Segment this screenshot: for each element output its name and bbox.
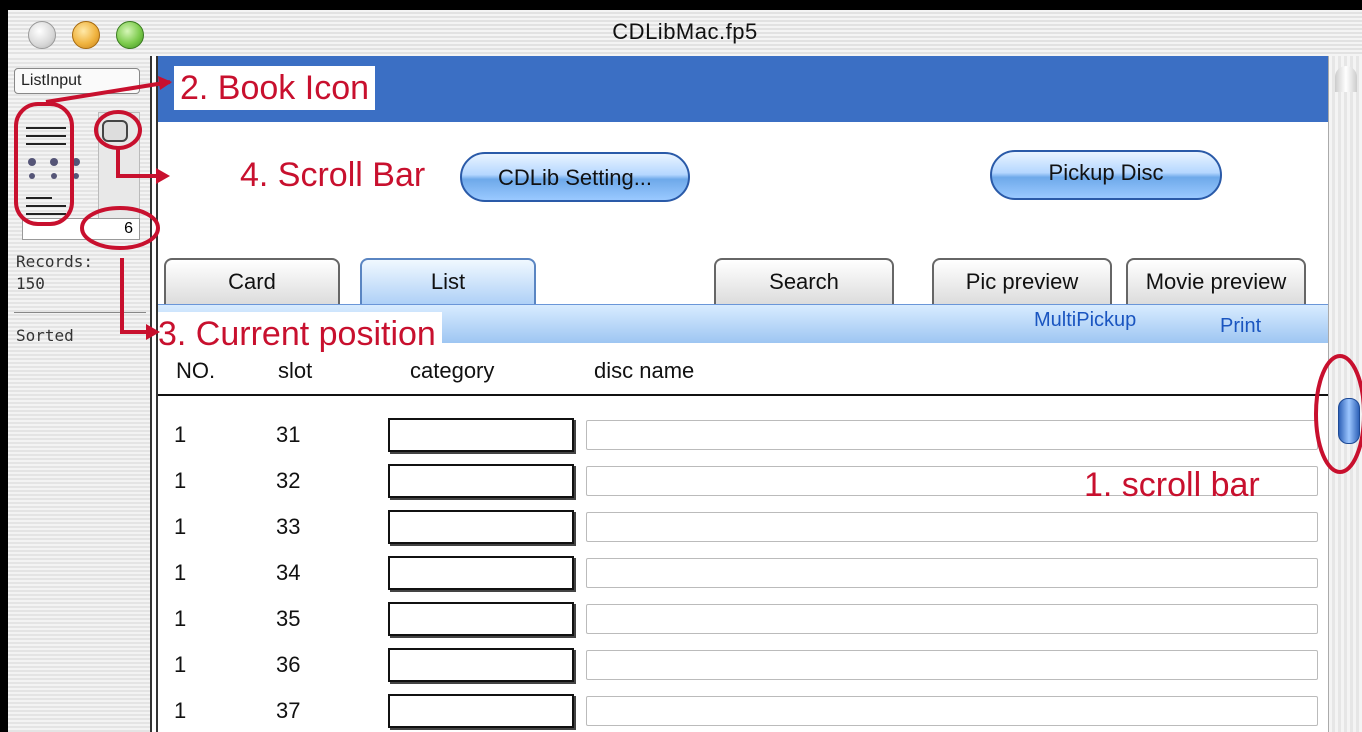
cell-slot: 37 <box>276 698 301 723</box>
cell-no: 1 <box>174 652 187 677</box>
table-row: 1 33 <box>158 504 1328 550</box>
book-icon[interactable] <box>22 110 102 220</box>
scroll-thumb-icon[interactable] <box>1338 398 1360 444</box>
table-row: 1 36 <box>158 642 1328 688</box>
category-field[interactable] <box>388 602 574 636</box>
cell-slot: 35 <box>276 606 301 631</box>
cell-no: 1 <box>174 422 187 447</box>
annotation-scroll-bar-1: 1. scroll bar <box>1084 466 1260 504</box>
category-field[interactable] <box>388 556 574 590</box>
tab-list[interactable]: List <box>360 258 536 308</box>
tab-pic-preview[interactable]: Pic preview <box>932 258 1112 304</box>
disc-name-field[interactable] <box>586 696 1318 726</box>
cell-slot: 34 <box>276 560 301 585</box>
cell-slot: 36 <box>276 652 301 677</box>
scroll-up-cap[interactable] <box>1335 66 1357 92</box>
cell-slot: 33 <box>276 514 301 539</box>
annotation-scroll-bar-4: 4. Scroll Bar <box>240 156 426 194</box>
app-window: CDLibMac.fp5 ListInput 6 Records: 150 So… <box>8 10 1362 732</box>
table-row: 1 31 <box>158 412 1328 458</box>
category-field[interactable] <box>388 510 574 544</box>
category-field[interactable] <box>388 418 574 452</box>
pickup-disc-button[interactable]: Pickup Disc <box>990 150 1222 200</box>
cell-slot: 31 <box>276 422 301 447</box>
title-bar[interactable]: CDLibMac.fp5 <box>8 10 1362 57</box>
table-row: 1 37 <box>158 688 1328 732</box>
window-title: CDLibMac.fp5 <box>612 19 758 44</box>
annotation-book-icon: 2. Book Icon <box>174 66 376 110</box>
header-rule <box>158 394 1328 396</box>
column-header-no: NO. <box>176 358 216 383</box>
multipickup-link[interactable]: MultiPickup <box>1034 309 1136 332</box>
status-divider <box>14 312 146 313</box>
disc-name-field[interactable] <box>586 558 1318 588</box>
cell-no: 1 <box>174 606 187 631</box>
cell-no: 1 <box>174 560 187 585</box>
tab-search[interactable]: Search <box>714 258 894 304</box>
current-record-field[interactable]: 6 <box>22 218 140 240</box>
disc-name-field[interactable] <box>586 650 1318 680</box>
cell-no: 1 <box>174 698 187 723</box>
category-field[interactable] <box>388 464 574 498</box>
category-field[interactable] <box>388 648 574 682</box>
disc-name-field[interactable] <box>586 420 1318 450</box>
layout-content: 2. Book Icon 4. Scroll Bar CDLib Setting… <box>158 56 1328 732</box>
column-header-disc-name: disc name <box>594 358 695 383</box>
cell-no: 1 <box>174 514 187 539</box>
vertical-scrollbar[interactable] <box>1328 56 1362 732</box>
disc-name-field[interactable] <box>586 604 1318 634</box>
annotation-current-position: 3. Current position <box>158 312 442 356</box>
status-area: ListInput 6 Records: 150 Sorted <box>8 56 150 732</box>
status-divider-bar <box>150 56 158 732</box>
tab-movie-preview[interactable]: Movie preview <box>1126 258 1306 304</box>
layout-menu[interactable]: ListInput <box>14 68 140 94</box>
table-row: 1 34 <box>158 550 1328 596</box>
category-field[interactable] <box>388 694 574 728</box>
column-header-slot: slot <box>278 358 313 383</box>
records-label: Records: <box>16 252 94 271</box>
cell-no: 1 <box>174 468 187 493</box>
cell-slot: 32 <box>276 468 301 493</box>
disc-name-field[interactable] <box>586 374 1318 396</box>
print-link[interactable]: Print <box>1220 315 1261 338</box>
tab-card[interactable]: Card <box>164 258 340 304</box>
table-row: 1 35 <box>158 596 1328 642</box>
sorted-label: Sorted <box>16 326 74 345</box>
disc-name-field[interactable] <box>586 512 1318 542</box>
table-row: 1 30 <box>158 366 1328 396</box>
book-slider-thumb[interactable] <box>102 120 128 142</box>
records-count: 150 <box>16 274 45 293</box>
cdlib-setting-button[interactable]: CDLib Setting... <box>460 152 690 202</box>
column-header-category: category <box>410 358 495 383</box>
